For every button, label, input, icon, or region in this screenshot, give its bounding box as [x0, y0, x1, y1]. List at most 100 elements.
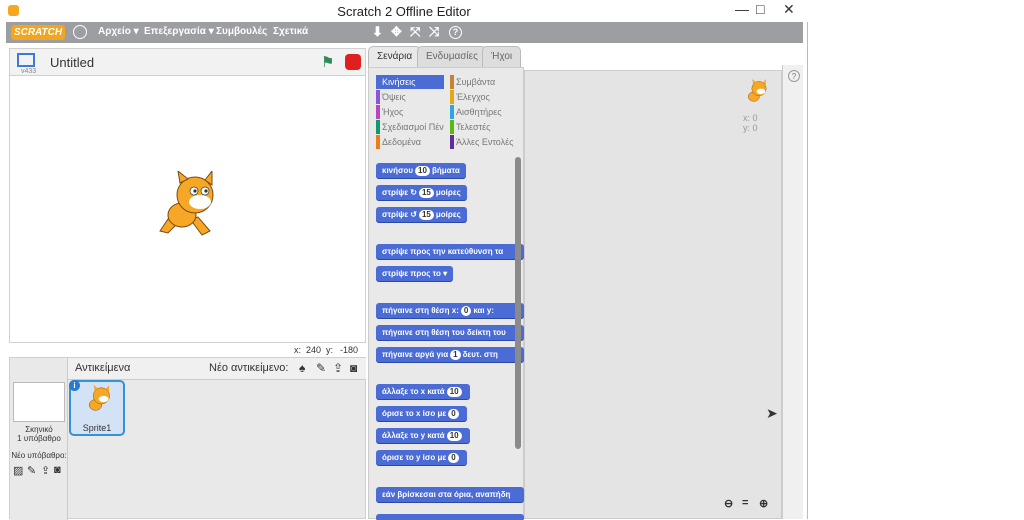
sprite-y-pos: y: 0: [743, 123, 758, 133]
category-9[interactable]: Άλλες Εντολές: [450, 135, 518, 149]
block-partial[interactable]: [376, 514, 524, 520]
current-sprite-icon: [748, 79, 767, 102]
menu-about[interactable]: Σχετικά: [273, 26, 308, 37]
category-1[interactable]: Συμβάντα: [450, 75, 518, 89]
menu-tips[interactable]: Συμβουλές: [216, 26, 267, 37]
block-text: και y:: [473, 306, 494, 315]
block-text: πήγαινε στη θέση x:: [382, 306, 459, 315]
stage-label: Σκηνικό: [25, 425, 53, 434]
help-sidebar: [782, 65, 803, 519]
block-input[interactable]: 15: [418, 210, 434, 220]
block-input[interactable]: 1: [450, 350, 461, 360]
block-input[interactable]: 0: [460, 306, 472, 316]
tab-scripts[interactable]: Σενάρια: [368, 46, 422, 69]
sprite-panel: Σκηνικό 1 υπόβαθρο Νέο υπόβαθρο: ▨ ✎ ⇪ ◙…: [9, 357, 366, 520]
block-glide[interactable]: πήγαινε αργά για 1 δευτ. στη: [376, 347, 524, 362]
stage-canvas[interactable]: [9, 75, 366, 343]
category-label: Τελεστές: [456, 122, 491, 132]
sprites-header: Αντικείμενα Νέο αντικείμενο: ♠ ✎ ⇪ ◙: [68, 358, 366, 380]
zoom-out-icon[interactable]: ⊖: [724, 497, 733, 510]
tab-sounds[interactable]: Ήχοι: [482, 46, 522, 67]
block-input[interactable]: 0: [448, 453, 459, 463]
category-label: Ήχος: [382, 107, 404, 117]
help-icon[interactable]: ?: [449, 26, 462, 39]
scratch-logo[interactable]: SCRATCH: [11, 25, 65, 40]
category-label: Έλεγχος: [456, 92, 490, 102]
menu-file[interactable]: Αρχείο ▾: [98, 26, 139, 37]
mouse-x-value: 240: [306, 345, 322, 355]
sprites-title: Αντικείμενα: [75, 362, 131, 374]
duplicate-icon[interactable]: ⬇: [372, 24, 383, 40]
language-globe-icon[interactable]: [73, 25, 87, 39]
block-turn-right[interactable]: στρίψε ↻ 15 μοίρες: [376, 185, 467, 200]
sprite-library-icon[interactable]: ♠: [299, 361, 305, 375]
category-label: Άλλες Εντολές: [456, 137, 514, 147]
backdrop-count: 1 υπόβαθρο: [17, 434, 61, 443]
mouse-x-label: x:: [294, 345, 302, 355]
help-panel-icon[interactable]: ?: [788, 70, 800, 82]
palette-scrollbar[interactable]: [515, 157, 521, 449]
minimize-button[interactable]: —: [735, 1, 749, 17]
block-goto-xy[interactable]: πήγαινε στη θέση x: 0 και y:: [376, 303, 524, 318]
stage-column: Σκηνικό 1 υπόβαθρο Νέο υπόβαθρο: ▨ ✎ ⇪ ◙: [10, 358, 68, 520]
cut-icon[interactable]: ✥: [391, 24, 402, 40]
block-text: άλλαξε το x κατά: [382, 387, 445, 396]
block-palette: Κινήσεις Συμβάντα Όψεις Έλεγχος Ήχος Αισθητήρ…: [368, 67, 524, 520]
block-change-x[interactable]: άλλαξε το x κατά 10: [376, 384, 470, 399]
category-label: Αισθητήρες: [456, 107, 502, 117]
zoom-in-icon[interactable]: ⊕: [759, 497, 768, 510]
info-icon[interactable]: i: [69, 380, 80, 391]
block-input[interactable]: 10: [415, 166, 430, 176]
backdrop-upload-icon[interactable]: ⇪: [41, 464, 50, 477]
category-2[interactable]: Όψεις: [376, 90, 444, 104]
block-set-y[interactable]: όρισε το y ίσο με 0: [376, 450, 467, 465]
category-0[interactable]: Κινήσεις: [376, 75, 444, 89]
backdrop-brush-icon[interactable]: ✎: [27, 464, 36, 477]
block-text: στρίψε ↻: [382, 188, 417, 197]
category-7[interactable]: Τελεστές: [450, 120, 518, 134]
category-3[interactable]: Έλεγχος: [450, 90, 518, 104]
category-4[interactable]: Ήχος: [376, 105, 444, 119]
version-label: v433: [21, 68, 37, 75]
camera-sprite-icon[interactable]: ◙: [350, 361, 357, 375]
menu-edit[interactable]: Επεξεργασία ▾: [144, 26, 214, 37]
script-area[interactable]: x: 0 y: 0: [524, 70, 782, 519]
upload-sprite-icon[interactable]: ⇪: [333, 361, 343, 375]
maximize-button[interactable]: □: [756, 1, 764, 17]
cat-sprite-icon[interactable]: [150, 171, 225, 246]
backdrop-paint-icon[interactable]: ▨: [13, 464, 23, 477]
block-input[interactable]: 0: [448, 409, 459, 419]
block-move[interactable]: κινήσου 10 βήματα: [376, 163, 466, 178]
block-goto[interactable]: πήγαινε στη θέση του δείκτη του: [376, 325, 524, 340]
sprite1-label: Sprite1: [82, 423, 112, 433]
backdrop-camera-icon[interactable]: ◙: [54, 464, 61, 476]
category-8[interactable]: Δεδομένα: [376, 135, 444, 149]
block-text: μοίρες: [435, 188, 461, 197]
category-6[interactable]: Σχεδιασμοί Πένας: [376, 120, 444, 134]
block-change-y[interactable]: άλλαξε το y κατά 10: [376, 428, 470, 443]
paint-sprite-icon[interactable]: ✎: [316, 361, 326, 375]
project-name-field[interactable]: Untitled: [50, 55, 94, 70]
tab-costumes[interactable]: Ενδυμασίες: [417, 46, 487, 67]
block-point-towards[interactable]: στρίψε προς το ▾: [376, 266, 454, 281]
block-point-direction[interactable]: στρίψε προς την κατεύθυνση τα: [376, 244, 524, 259]
grow-icon[interactable]: ⤧: [410, 24, 420, 40]
block-set-x[interactable]: όρισε το x ίσο με 0: [376, 406, 467, 421]
category-5[interactable]: Αισθητήρες: [450, 105, 518, 119]
block-input[interactable]: 15: [418, 188, 434, 198]
block-input[interactable]: 10: [446, 431, 462, 441]
mouse-y-value: -180: [340, 345, 359, 355]
zoom-reset-icon[interactable]: =: [742, 497, 748, 509]
stop-icon[interactable]: [345, 54, 361, 70]
green-flag-icon[interactable]: ⚑: [321, 53, 334, 71]
category-label: Κινήσεις: [382, 77, 416, 87]
sprite-thumbnail-sprite1[interactable]: i Sprite1: [69, 380, 125, 436]
block-input[interactable]: 10: [446, 387, 462, 397]
fullscreen-icon[interactable]: [17, 53, 35, 67]
stage-thumbnail[interactable]: [13, 382, 65, 422]
cat-thumbnail-icon: [88, 385, 110, 411]
close-button[interactable]: ✕: [783, 1, 795, 18]
block-bounce[interactable]: εάν βρίσκεσαι στα όρια, αναπήδη: [376, 487, 524, 502]
shrink-icon[interactable]: ⤨: [429, 24, 439, 40]
block-turn-left[interactable]: στρίψε ↺ 15 μοίρες: [376, 207, 467, 222]
